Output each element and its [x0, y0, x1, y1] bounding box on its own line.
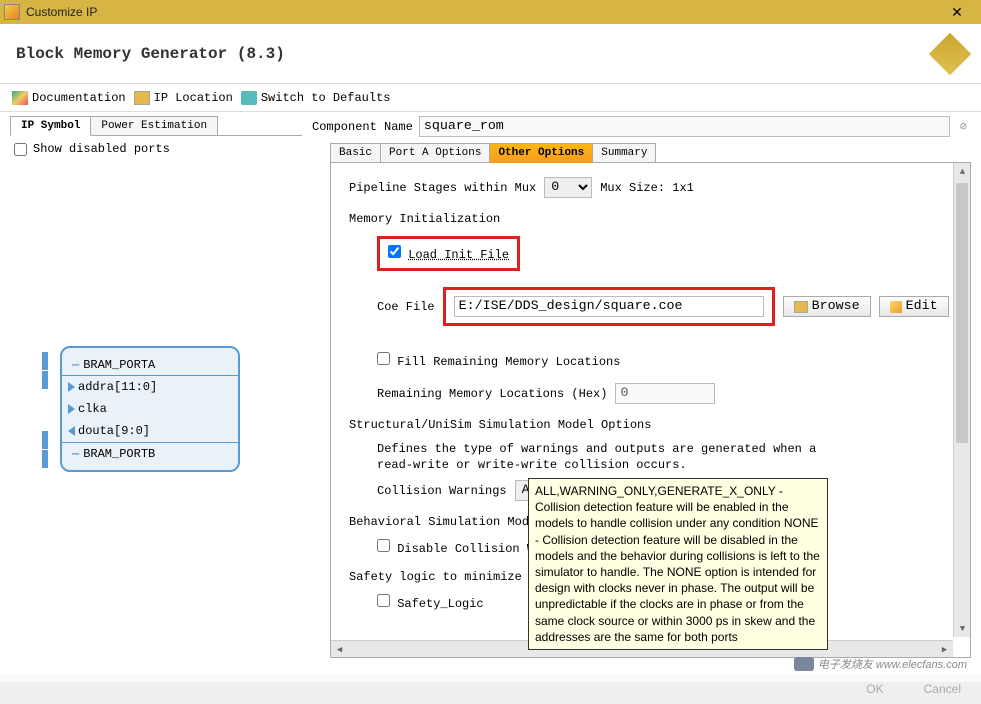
addra-label: addra[11:0]: [78, 380, 157, 394]
edit-button[interactable]: Edit: [879, 296, 949, 317]
load-init-file-input[interactable]: [388, 245, 401, 258]
clka-label: clka: [78, 402, 107, 416]
folder-icon: [794, 301, 808, 313]
disable-collision-input[interactable]: [377, 539, 390, 552]
book-icon: [12, 91, 28, 105]
collision-tooltip: ALL,WARNING_ONLY,GENERATE_X_ONLY - Colli…: [528, 478, 828, 650]
window-icon: [4, 4, 20, 20]
bram-porta-label: BRAM_PORTA: [83, 358, 155, 372]
pipeline-select[interactable]: 0: [544, 177, 592, 198]
config-tab-strip: Basic Port A Options Other Options Summa…: [330, 143, 971, 163]
watermark: 电子发烧友 www.elecfans.com: [794, 656, 967, 672]
watermark-icon: [794, 657, 814, 671]
scrollbar-thumb[interactable]: [956, 183, 968, 443]
fill-remaining-label: Fill Remaining Memory Locations: [397, 355, 620, 369]
documentation-link[interactable]: Documentation: [12, 91, 126, 105]
browse-label: Browse: [812, 299, 860, 314]
port-douta: douta[9:0]: [62, 420, 238, 442]
show-disabled-ports-checkbox[interactable]: Show disabled ports: [14, 142, 302, 156]
structural-desc-2: read-write or write-write collision occu…: [377, 458, 952, 472]
coe-file-highlight: [443, 287, 775, 326]
bram-portb-header: — BRAM_PORTB: [62, 442, 238, 464]
load-init-highlight: Load Init File: [377, 236, 520, 271]
minus-icon: —: [72, 447, 79, 461]
tab-ip-symbol[interactable]: IP Symbol: [10, 116, 91, 136]
safety-logic-checkbox[interactable]: Safety_Logic: [377, 597, 484, 611]
component-name-input[interactable]: [419, 116, 950, 137]
bram-porta-header: — BRAM_PORTA: [62, 354, 238, 376]
pipeline-label: Pipeline Stages within Mux: [349, 181, 536, 195]
browse-button[interactable]: Browse: [783, 296, 871, 317]
douta-label: douta[9:0]: [78, 424, 150, 438]
toolbar: Documentation IP Location Switch to Defa…: [0, 84, 981, 112]
cancel-button[interactable]: Cancel: [924, 682, 961, 696]
pipeline-row: Pipeline Stages within Mux 0 Mux Size: 1…: [349, 177, 952, 198]
window-title: Customize IP: [26, 5, 937, 19]
fill-remaining-checkbox[interactable]: Fill Remaining Memory Locations: [377, 355, 620, 369]
minus-icon: —: [72, 358, 79, 372]
port-addra: addra[11:0]: [62, 376, 238, 398]
tab-other-options[interactable]: Other Options: [489, 143, 593, 163]
pencil-icon: [890, 301, 902, 313]
port-clka: clka: [62, 398, 238, 420]
show-disabled-ports-input[interactable]: [14, 143, 27, 156]
load-init-file-checkbox[interactable]: Load Init File: [388, 248, 509, 262]
bram-portb-label: BRAM_PORTB: [83, 447, 155, 461]
component-name-label: Component Name: [312, 120, 413, 134]
remaining-locations-row: Remaining Memory Locations (Hex): [377, 383, 952, 404]
coe-file-label: Coe File: [377, 300, 435, 314]
scroll-up-icon[interactable]: ▲: [954, 163, 971, 180]
mux-size-label: Mux Size: 1x1: [600, 181, 694, 195]
show-disabled-ports-label: Show disabled ports: [33, 142, 170, 156]
arrow-right-icon: [68, 404, 75, 414]
clear-icon[interactable]: ⊘: [956, 119, 971, 134]
close-button[interactable]: ✕: [937, 2, 977, 22]
switch-defaults-label: Switch to Defaults: [261, 91, 391, 105]
main-area: IP Symbol Power Estimation Show disabled…: [0, 112, 981, 682]
coe-file-row: Coe File Browse Edit: [377, 287, 952, 326]
remaining-locations-label: Remaining Memory Locations (Hex): [377, 387, 607, 401]
component-name-row: Component Name ⊘: [312, 116, 971, 137]
vertical-scrollbar[interactable]: ▲ ▼: [953, 163, 970, 637]
watermark-text: 电子发烧友 www.elecfans.com: [818, 656, 967, 672]
switch-defaults-link[interactable]: Switch to Defaults: [241, 91, 391, 105]
titlebar: Customize IP ✕: [0, 0, 981, 24]
fill-remaining-input[interactable]: [377, 352, 390, 365]
page-title: Block Memory Generator (8.3): [16, 45, 935, 63]
ip-symbol-diagram: — BRAM_PORTA addra[11:0] clka douta[9:0]: [60, 346, 302, 472]
remaining-locations-input: [615, 383, 715, 404]
memory-init-legend: Memory Initialization: [349, 212, 952, 226]
tab-port-a-options[interactable]: Port A Options: [380, 143, 490, 162]
structural-desc-1: Defines the type of warnings and outputs…: [377, 442, 952, 456]
edit-label: Edit: [906, 299, 938, 314]
load-init-file-label: Load Init File: [408, 248, 509, 262]
structural-legend: Structural/UniSim Simulation Model Optio…: [349, 418, 952, 432]
documentation-label: Documentation: [32, 91, 126, 105]
left-tab-strip: IP Symbol Power Estimation: [10, 116, 302, 136]
tab-basic[interactable]: Basic: [330, 143, 381, 162]
arrow-right-icon: [68, 382, 75, 392]
coe-file-input[interactable]: [454, 296, 764, 317]
vendor-logo-icon: [929, 32, 971, 74]
safety-logic-input[interactable]: [377, 594, 390, 607]
ip-location-link[interactable]: IP Location: [134, 91, 233, 105]
safety-logic-label: Safety_Logic: [397, 597, 483, 611]
scroll-left-icon[interactable]: ◀: [331, 641, 348, 658]
left-panel: IP Symbol Power Estimation Show disabled…: [0, 112, 312, 682]
arrow-left-icon: [68, 426, 75, 436]
dialog-button-bar: OK Cancel: [0, 674, 981, 704]
tab-power-estimation[interactable]: Power Estimation: [90, 116, 218, 135]
collision-warnings-label: Collision Warnings: [377, 484, 507, 498]
tab-summary[interactable]: Summary: [592, 143, 656, 162]
header: Block Memory Generator (8.3): [0, 24, 981, 84]
switch-icon: [241, 91, 257, 105]
ip-location-label: IP Location: [154, 91, 233, 105]
folder-icon: [134, 91, 150, 105]
scroll-down-icon[interactable]: ▼: [954, 620, 971, 637]
ok-button[interactable]: OK: [866, 682, 883, 696]
